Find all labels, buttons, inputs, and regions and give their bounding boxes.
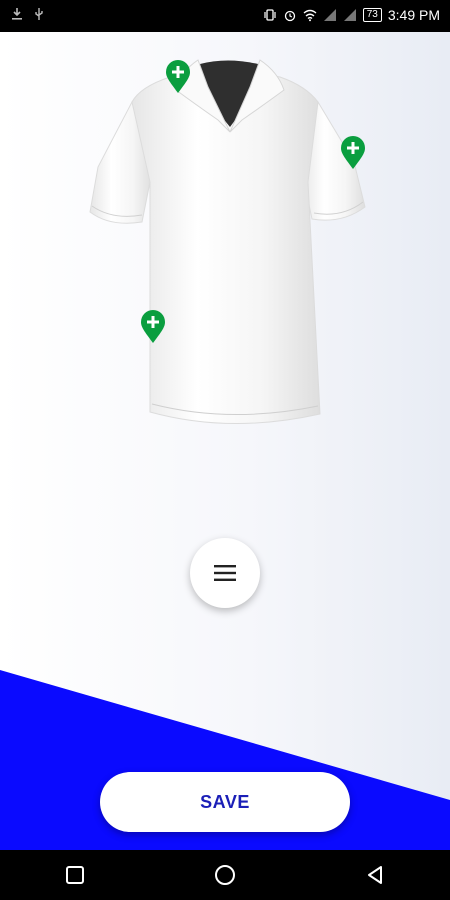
usb-icon <box>35 8 43 20</box>
hamburger-menu-icon <box>214 565 236 581</box>
polo-shirt-image <box>80 42 380 442</box>
add-pin-sleeve-icon[interactable] <box>340 136 366 170</box>
add-pin-hip-icon[interactable] <box>140 310 166 344</box>
status-time: 3:49 PM <box>387 7 440 23</box>
add-pin-collar-icon[interactable] <box>165 60 191 94</box>
vibrate-icon <box>264 9 276 21</box>
back-triangle-icon <box>368 866 382 884</box>
menu-button[interactable] <box>190 538 260 608</box>
wifi-icon <box>303 9 317 22</box>
download-icon <box>12 8 22 20</box>
status-bar: 73 3:49 PM <box>0 0 450 32</box>
recents-button[interactable] <box>45 855 105 895</box>
alarm-icon <box>284 10 295 22</box>
home-circle-icon <box>215 865 235 885</box>
save-button[interactable]: SAVE <box>100 772 350 832</box>
signal-icon-2 <box>343 9 356 21</box>
home-button[interactable] <box>195 855 255 895</box>
battery-icon: 73 <box>362 8 382 22</box>
battery-level: 73 <box>366 9 378 20</box>
navigation-bar <box>0 850 450 900</box>
recents-square-icon <box>66 866 84 884</box>
shirt-designer-canvas: SAVE <box>0 32 450 850</box>
back-button[interactable] <box>345 855 405 895</box>
signal-icon <box>323 9 336 21</box>
